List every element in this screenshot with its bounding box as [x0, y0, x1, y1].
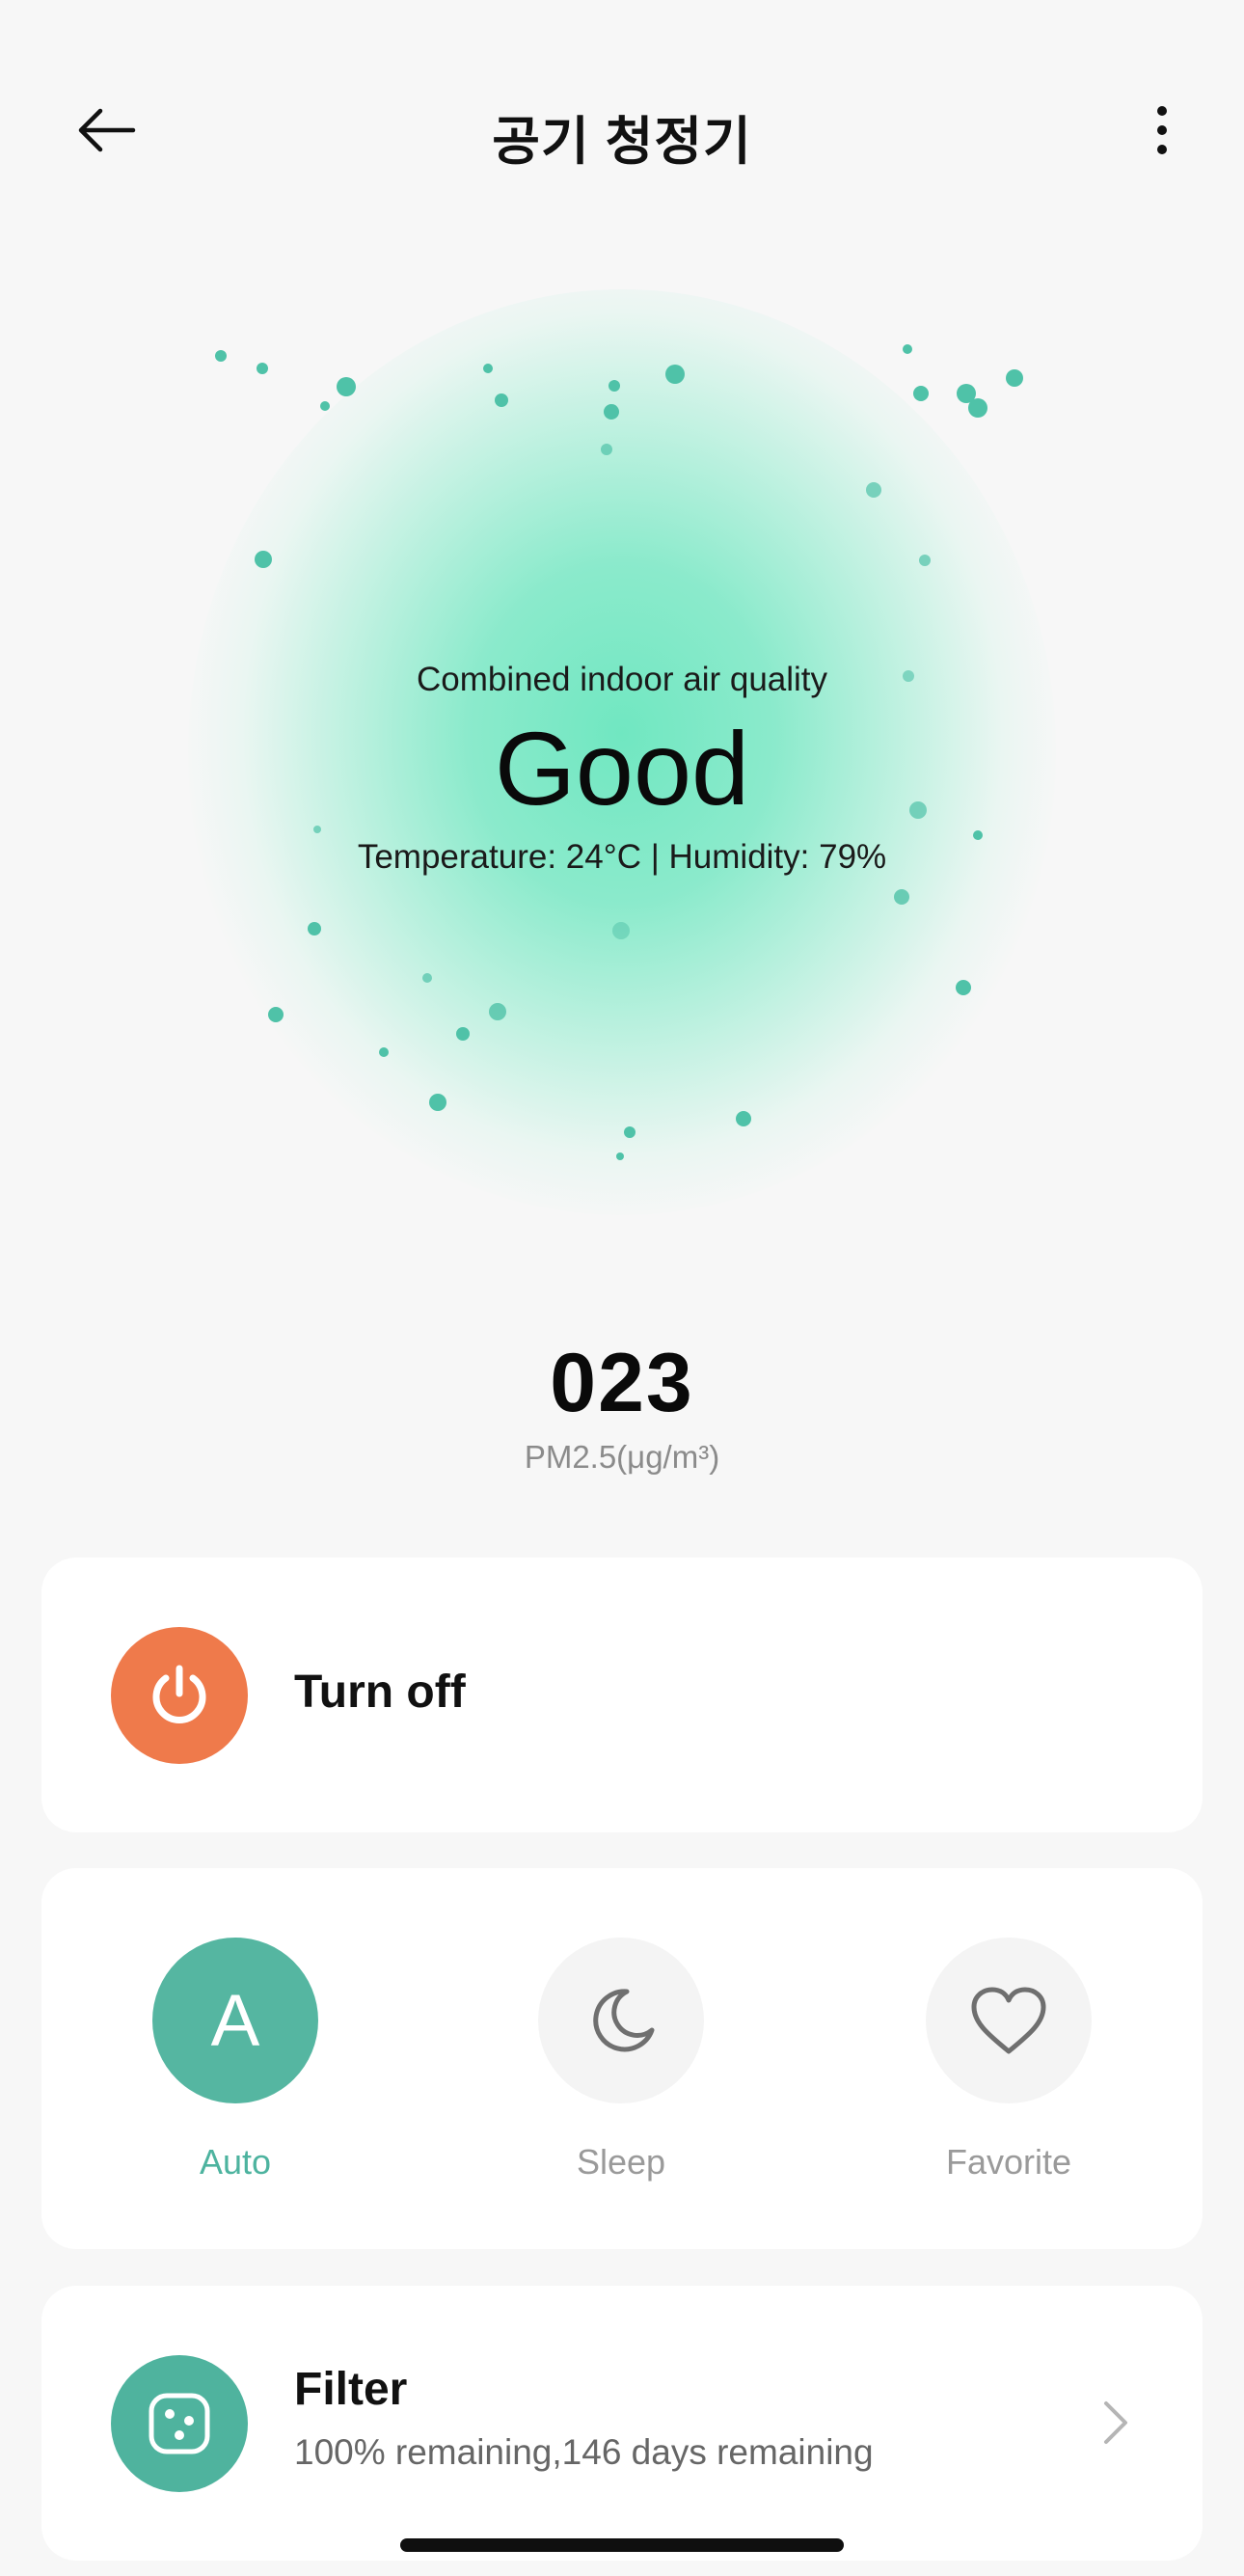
page-title: 공기 청정기	[492, 113, 752, 171]
air-quality-hero: Combined indoor air quality Good Tempera…	[0, 289, 1244, 1215]
power-button[interactable]	[111, 1627, 248, 1764]
mode-favorite-label: Favorite	[945, 2142, 1072, 2182]
more-options-button[interactable]	[1128, 96, 1196, 164]
mode-sleep[interactable]: Sleep	[538, 1938, 704, 2183]
more-vertical-icon	[1157, 106, 1167, 154]
pm25-readout: 023 PM2.5(μg/m³)	[0, 1336, 1244, 1476]
mode-favorite-button[interactable]	[926, 1938, 1092, 2103]
mode-favorite[interactable]: Favorite	[926, 1938, 1092, 2183]
filter-icon-badge	[111, 2355, 248, 2492]
filter-icon	[149, 2393, 210, 2454]
mode-auto-label: Auto	[199, 2142, 272, 2182]
filter-card[interactable]: Filter 100% remaining,146 days remaining	[41, 2286, 1203, 2561]
chevron-right-icon	[1104, 2401, 1127, 2444]
air-quality-summary: Combined indoor air quality Good Tempera…	[0, 661, 1244, 877]
air-purifier-screen: 공기 청정기 Combined indoor air quality Good …	[0, 0, 1244, 2576]
power-card[interactable]: Turn off	[41, 1558, 1203, 1832]
mode-sleep-button[interactable]	[538, 1938, 704, 2103]
filter-title: Filter	[294, 2364, 408, 2415]
mode-auto[interactable]: A Auto	[152, 1938, 318, 2183]
mode-sleep-label: Sleep	[576, 2142, 666, 2182]
pm25-value: 023	[550, 1337, 694, 1429]
pm25-unit: PM2.5(μg/m³)	[524, 1439, 720, 1475]
heart-icon	[971, 1987, 1046, 2054]
moon-icon	[593, 1989, 655, 2052]
home-indicator[interactable]	[400, 2538, 844, 2552]
temperature-humidity-readout: Temperature: 24°C | Humidity: 79%	[357, 838, 887, 876]
power-label: Turn off	[294, 1667, 466, 1718]
mode-auto-button[interactable]: A	[152, 1938, 318, 2103]
header: 공기 청정기	[0, 87, 1244, 174]
letter-a-icon: A	[210, 1979, 260, 2062]
air-quality-status: Good	[494, 710, 750, 827]
filter-remaining: 100% remaining,146 days remaining	[294, 2432, 874, 2472]
modes-card: A Auto Sleep Favorite	[41, 1868, 1203, 2249]
air-quality-caption: Combined indoor air quality	[416, 661, 828, 698]
power-icon	[152, 1665, 206, 1723]
